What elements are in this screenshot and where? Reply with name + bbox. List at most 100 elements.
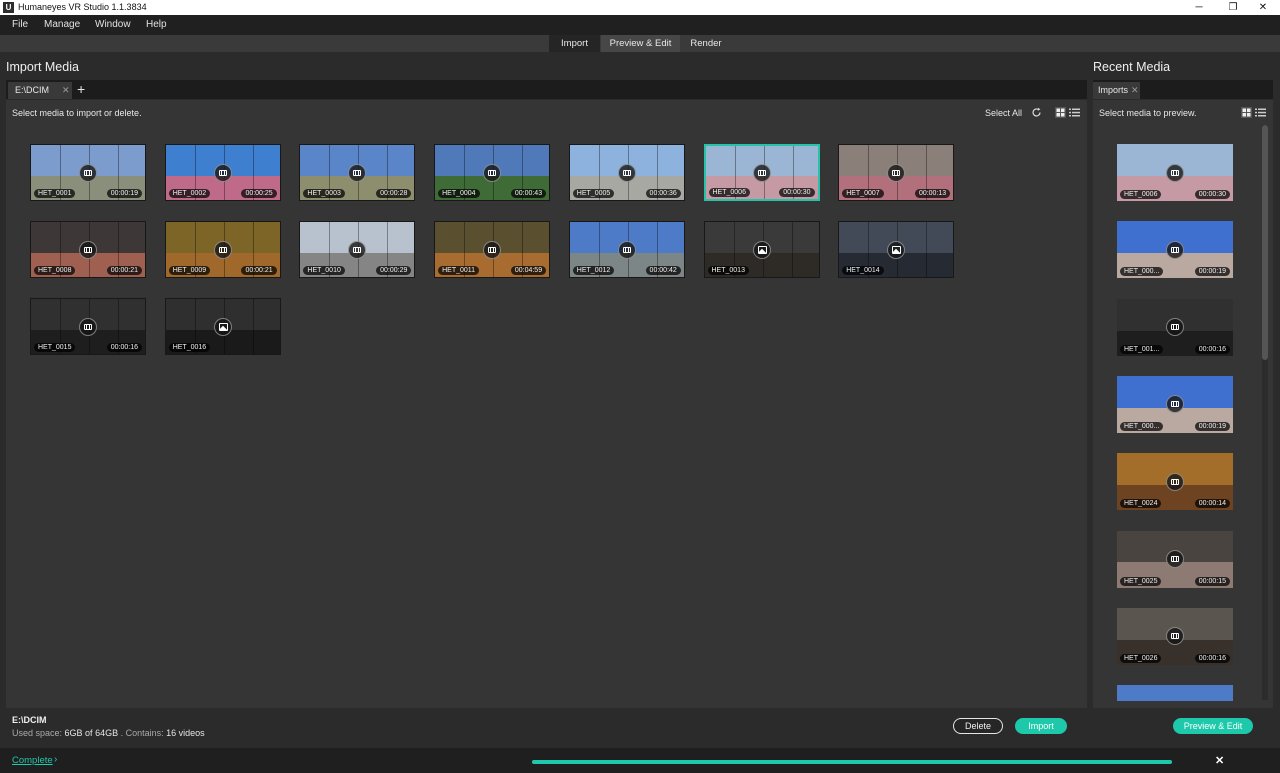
media-name: HET_0013: [707, 266, 749, 275]
media-thumbnail[interactable]: HET_0024 00:00:14: [1117, 453, 1233, 511]
media-thumbnail[interactable]: HET_0013: [703, 221, 820, 278]
media-thumbnail[interactable]: HET_0016: [164, 298, 281, 355]
media-thumbnail[interactable]: HET_0014: [838, 221, 955, 278]
minimize-icon[interactable]: ─: [1182, 0, 1216, 15]
imports-tab[interactable]: Imports ✕: [1093, 82, 1140, 99]
recent-scrollbar-thumb[interactable]: [1262, 125, 1268, 360]
media-name: HET_0026: [1120, 653, 1162, 663]
media-duration: 00:00:15: [1194, 576, 1230, 586]
menu-manage[interactable]: Manage: [44, 18, 80, 32]
image-glyph: [218, 322, 228, 331]
select-all-button[interactable]: Select All: [985, 108, 1022, 118]
refresh-icon[interactable]: [1031, 107, 1042, 118]
media-name: HET_0004: [438, 189, 480, 198]
title-bar: U Humaneyes VR Studio 1.1.3834 ─ ❐ ✕: [0, 0, 1280, 15]
media-thumbnail[interactable]: HET_0004 00:00:43: [434, 144, 551, 201]
tab-preview-edit[interactable]: Preview & Edit: [601, 35, 680, 52]
maximize-icon[interactable]: ❐: [1216, 0, 1250, 15]
photo-icon: [887, 240, 906, 259]
film-glyph: [218, 169, 227, 176]
folder-tab[interactable]: E:\DCIM ✕: [8, 82, 72, 99]
grid-view-icon[interactable]: [1055, 107, 1066, 118]
recent-media-list: Select media to preview. HET_0006 00:00:3…: [1093, 100, 1273, 708]
folder-tab-close-icon[interactable]: ✕: [62, 82, 70, 99]
menu-file[interactable]: File: [12, 18, 28, 32]
lens-seam: [926, 222, 928, 277]
media-thumbnail[interactable]: HET_0006 00:00:30: [703, 144, 820, 201]
media-duration: 00:00:30: [779, 188, 815, 197]
menu-window[interactable]: Window: [95, 18, 131, 32]
complete-link[interactable]: Complete: [12, 755, 53, 766]
media-thumbnail[interactable]: HET_0026 00:00:16: [1117, 607, 1233, 665]
chevron-right-icon[interactable]: ›: [54, 754, 57, 765]
media-duration: 00:00:19: [106, 189, 142, 198]
media-thumbnail[interactable]: HET_0015 00:00:16: [30, 298, 146, 355]
tab-import[interactable]: Import: [549, 35, 600, 52]
lens-seam: [252, 299, 254, 354]
image-glyph: [892, 245, 902, 254]
media-duration: 00:00:25: [241, 189, 277, 198]
storage-info: Used space: 6GB of 64GB . Contains: 16 v…: [12, 728, 205, 738]
media-thumbnail[interactable]: HET_0007 00:00:13: [838, 144, 955, 201]
media-thumbnail[interactable]: HET_000... 00:00:19: [1117, 221, 1233, 279]
media-duration: 00:00:19: [1194, 421, 1230, 431]
media-thumbnail[interactable]: HET_0009 00:00:21: [164, 221, 281, 278]
video-icon: [1166, 472, 1184, 491]
video-icon: [1166, 318, 1184, 337]
media-name: HET_000...: [1120, 421, 1164, 431]
video-icon: [1166, 163, 1184, 182]
media-thumbnail[interactable]: HET_0008 00:00:21: [30, 221, 146, 278]
media-name: HET_0009: [168, 266, 211, 275]
film-glyph: [488, 246, 497, 253]
media-thumbnail[interactable]: HET_001... 00:00:16: [1117, 298, 1233, 356]
recent-grid-view-icon[interactable]: [1241, 107, 1252, 118]
video-icon: [1166, 550, 1184, 568]
media-duration: 00:00:21: [241, 266, 277, 275]
close-icon[interactable]: ✕: [1246, 0, 1280, 15]
film-glyph: [1171, 556, 1179, 562]
media-thumbnail[interactable]: HET_0025 00:00:15: [1117, 530, 1233, 588]
menu-help[interactable]: Help: [146, 18, 167, 32]
preview-edit-button[interactable]: Preview & Edit: [1173, 718, 1253, 734]
recent-scrollbar[interactable]: [1262, 125, 1268, 700]
media-thumbnail[interactable]: HET_0003 00:00:28: [299, 144, 416, 201]
media-thumbnail[interactable]: HET_0012 00:00:42: [568, 221, 685, 278]
film-glyph: [1171, 246, 1179, 253]
media-thumbnail[interactable]: HET_0001 00:00:19: [30, 144, 146, 201]
media-name: HET_0010: [303, 266, 345, 275]
folder-path: E:\DCIM: [12, 715, 47, 725]
film-glyph: [1171, 478, 1179, 485]
media-name: HET_001...: [1120, 344, 1164, 354]
media-duration: 00:00:16: [106, 343, 142, 352]
media-thumbnail[interactable]: HET_000... 00:00:19: [1117, 375, 1233, 433]
film-glyph: [84, 323, 92, 330]
media-thumbnail[interactable]: HET_0005 00:00:36: [568, 144, 685, 201]
tab-render[interactable]: Render: [681, 35, 731, 52]
media-thumbnail[interactable]: HET_0006 00:00:30: [1117, 144, 1233, 201]
film-glyph: [892, 169, 901, 176]
list-view-icon[interactable]: [1069, 107, 1080, 118]
import-media-grid: Select media to import or delete. Select…: [6, 100, 1087, 708]
media-thumbnail[interactable]: HET_0002 00:00:25: [164, 144, 281, 201]
media-duration: 00:00:19: [1194, 267, 1230, 277]
recent-list-view-icon[interactable]: [1255, 107, 1266, 118]
video-icon: [213, 240, 232, 259]
video-icon: [79, 163, 97, 182]
recent-media-thumbnail-partial[interactable]: [1117, 685, 1233, 701]
media-thumbnail[interactable]: HET_0010 00:00:29: [299, 221, 416, 278]
film-glyph: [1171, 169, 1179, 176]
video-icon: [617, 240, 636, 259]
imports-tab-close-icon[interactable]: ✕: [1131, 82, 1139, 99]
media-duration: 00:00:16: [1194, 344, 1230, 354]
window-title: Humaneyes VR Studio 1.1.3834: [18, 2, 147, 12]
import-button[interactable]: Import: [1015, 718, 1067, 734]
media-name: HET_000...: [1120, 267, 1164, 277]
media-name: HET_0001: [34, 189, 76, 198]
add-folder-icon[interactable]: +: [77, 81, 85, 98]
film-glyph: [353, 169, 362, 176]
delete-button[interactable]: Delete: [953, 718, 1003, 734]
media-thumbnail[interactable]: HET_0011 00:04:59: [434, 221, 551, 278]
status-close-icon[interactable]: ✕: [1215, 754, 1224, 767]
app-logo-icon: U: [3, 2, 14, 13]
media-duration: 00:00:42: [645, 266, 681, 275]
